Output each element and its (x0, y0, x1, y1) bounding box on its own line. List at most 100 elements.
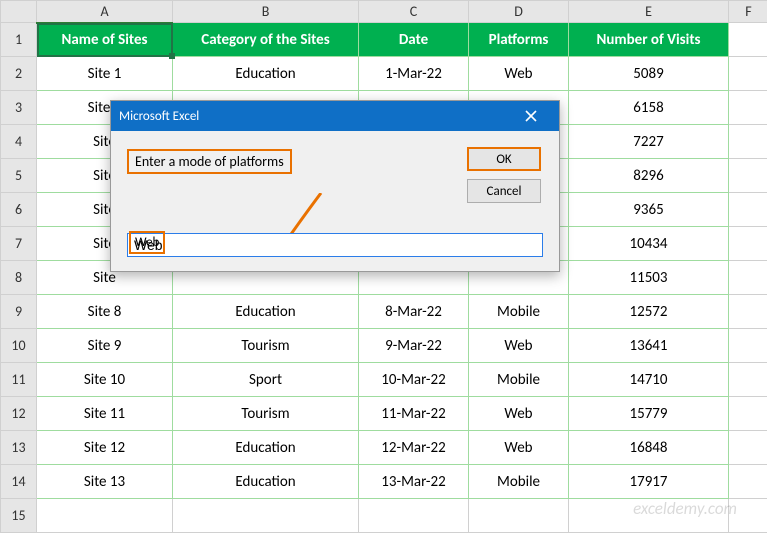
cell-E8[interactable]: 11503 (569, 261, 729, 295)
cell-F10[interactable] (729, 329, 767, 363)
cell-E7[interactable]: 10434 (569, 227, 729, 261)
cell-F6[interactable] (729, 193, 767, 227)
cell-E3[interactable]: 6158 (569, 91, 729, 125)
cell-D10[interactable]: Web (469, 329, 569, 363)
cell-F8[interactable] (729, 261, 767, 295)
close-icon[interactable] (511, 101, 551, 131)
cell-F13[interactable] (729, 431, 767, 465)
row-header[interactable]: 10 (1, 329, 37, 363)
cell-A15[interactable] (37, 499, 173, 533)
table-row: 9Site 8Education8-Mar-22Mobile12572 (1, 295, 767, 329)
cell-E15[interactable] (569, 499, 729, 533)
row-header[interactable]: 11 (1, 363, 37, 397)
cell-E2[interactable]: 5089 (569, 57, 729, 91)
cell-B12[interactable]: Tourism (173, 397, 359, 431)
header-row: 1 Name of Sites Category of the Sites Da… (1, 23, 767, 57)
cell-F2[interactable] (729, 57, 767, 91)
cell-E6[interactable]: 9365 (569, 193, 729, 227)
cell-A10[interactable]: Site 9 (37, 329, 173, 363)
cell-B13[interactable]: Education (173, 431, 359, 465)
cell-D1[interactable]: Platforms (469, 23, 569, 57)
col-header-B[interactable]: B (173, 1, 359, 23)
input-dialog: Microsoft Excel Enter a mode of platform… (110, 100, 560, 272)
col-header-D[interactable]: D (469, 1, 569, 23)
row-header[interactable]: 5 (1, 159, 37, 193)
cell-B14[interactable]: Education (173, 465, 359, 499)
row-header[interactable]: 15 (1, 499, 37, 533)
table-row: 12Site 11Tourism11-Mar-22Web15779 (1, 397, 767, 431)
cell-E10[interactable]: 13641 (569, 329, 729, 363)
cell-A14[interactable]: Site 13 (37, 465, 173, 499)
cell-F3[interactable] (729, 91, 767, 125)
cell-A11[interactable]: Site 10 (37, 363, 173, 397)
cell-A2[interactable]: Site 1 (37, 57, 173, 91)
cell-F11[interactable] (729, 363, 767, 397)
cell-C10[interactable]: 9-Mar-22 (359, 329, 469, 363)
cell-E1[interactable]: Number of Visits (569, 23, 729, 57)
row-header[interactable]: 6 (1, 193, 37, 227)
ok-button[interactable]: OK (467, 147, 541, 171)
cell-F1[interactable] (729, 23, 767, 57)
cell-D2[interactable]: Web (469, 57, 569, 91)
col-header-E[interactable]: E (569, 1, 729, 23)
row-header[interactable]: 14 (1, 465, 37, 499)
cell-F15[interactable] (729, 499, 767, 533)
row-header[interactable]: 2 (1, 57, 37, 91)
cell-A13[interactable]: Site 12 (37, 431, 173, 465)
row-header[interactable]: 4 (1, 125, 37, 159)
row-header[interactable]: 3 (1, 91, 37, 125)
col-header-C[interactable]: C (359, 1, 469, 23)
cell-F9[interactable] (729, 295, 767, 329)
cell-D15[interactable] (469, 499, 569, 533)
dialog-title: Microsoft Excel (119, 109, 199, 124)
platform-input[interactable] (127, 233, 543, 257)
col-header-A[interactable]: A (37, 1, 173, 23)
cell-A1[interactable]: Name of Sites (37, 23, 173, 57)
cell-F7[interactable] (729, 227, 767, 261)
row-header[interactable]: 8 (1, 261, 37, 295)
cell-D9[interactable]: Mobile (469, 295, 569, 329)
cell-B1[interactable]: Category of the Sites (173, 23, 359, 57)
cell-E9[interactable]: 12572 (569, 295, 729, 329)
table-row: 13Site 12Education12-Mar-22Web16848 (1, 431, 767, 465)
cell-C14[interactable]: 13-Mar-22 (359, 465, 469, 499)
cell-E14[interactable]: 17917 (569, 465, 729, 499)
row-header[interactable]: 13 (1, 431, 37, 465)
row-header[interactable]: 1 (1, 23, 37, 57)
cell-D11[interactable]: Mobile (469, 363, 569, 397)
cell-E12[interactable]: 15779 (569, 397, 729, 431)
dialog-titlebar[interactable]: Microsoft Excel (111, 101, 559, 131)
select-all-corner[interactable] (1, 1, 37, 23)
cell-C12[interactable]: 11-Mar-22 (359, 397, 469, 431)
cell-D13[interactable]: Web (469, 431, 569, 465)
cell-D12[interactable]: Web (469, 397, 569, 431)
cell-B11[interactable]: Sport (173, 363, 359, 397)
cell-B10[interactable]: Tourism (173, 329, 359, 363)
cell-E5[interactable]: 8296 (569, 159, 729, 193)
col-header-F[interactable]: F (729, 1, 767, 23)
cell-F14[interactable] (729, 465, 767, 499)
cell-D14[interactable]: Mobile (469, 465, 569, 499)
cell-F4[interactable] (729, 125, 767, 159)
cancel-button[interactable]: Cancel (467, 179, 541, 203)
cell-B15[interactable] (173, 499, 359, 533)
cell-E13[interactable]: 16848 (569, 431, 729, 465)
cell-E4[interactable]: 7227 (569, 125, 729, 159)
cell-C11[interactable]: 10-Mar-22 (359, 363, 469, 397)
cell-E11[interactable]: 14710 (569, 363, 729, 397)
cell-C15[interactable] (359, 499, 469, 533)
cell-C2[interactable]: 1-Mar-22 (359, 57, 469, 91)
cell-C1[interactable]: Date (359, 23, 469, 57)
cell-C9[interactable]: 8-Mar-22 (359, 295, 469, 329)
cell-A9[interactable]: Site 8 (37, 295, 173, 329)
row-header[interactable]: 7 (1, 227, 37, 261)
cell-F12[interactable] (729, 397, 767, 431)
table-row: 14Site 13Education13-Mar-22Mobile17917 (1, 465, 767, 499)
row-header[interactable]: 12 (1, 397, 37, 431)
cell-F5[interactable] (729, 159, 767, 193)
cell-B9[interactable]: Education (173, 295, 359, 329)
row-header[interactable]: 9 (1, 295, 37, 329)
cell-B2[interactable]: Education (173, 57, 359, 91)
cell-A12[interactable]: Site 11 (37, 397, 173, 431)
cell-C13[interactable]: 12-Mar-22 (359, 431, 469, 465)
